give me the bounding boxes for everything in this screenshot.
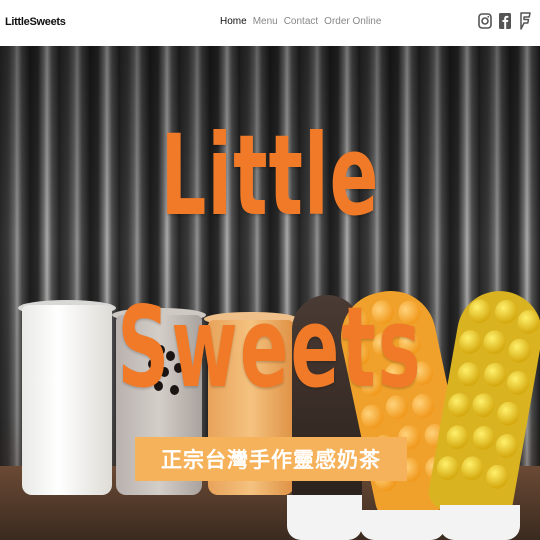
hero-title-line-2: Sweets xyxy=(117,282,423,413)
nav-contact-link[interactable]: Contact xyxy=(284,16,318,27)
white-cup xyxy=(287,495,362,540)
nav-menu-link[interactable]: Menu xyxy=(253,16,278,27)
nav-home-link[interactable]: Home xyxy=(220,16,247,27)
instagram-icon[interactable] xyxy=(478,12,492,30)
top-navbar: LittleSweets Home Menu Contact Order Onl… xyxy=(0,0,540,46)
waffle-cup xyxy=(360,510,445,540)
foursquare-icon[interactable] xyxy=(518,12,532,30)
nav-order-online-link[interactable]: Order Online xyxy=(324,16,381,27)
hero-title-line-1: Little xyxy=(160,110,380,241)
facebook-icon[interactable] xyxy=(498,12,512,30)
main-nav: Home Menu Contact Order Online xyxy=(220,16,381,27)
site-logo[interactable]: LittleSweets xyxy=(5,16,66,28)
social-links xyxy=(478,12,532,30)
waffle-cup xyxy=(440,505,520,540)
hero-tagline: 正宗台灣手作靈感奶茶 xyxy=(135,437,407,481)
